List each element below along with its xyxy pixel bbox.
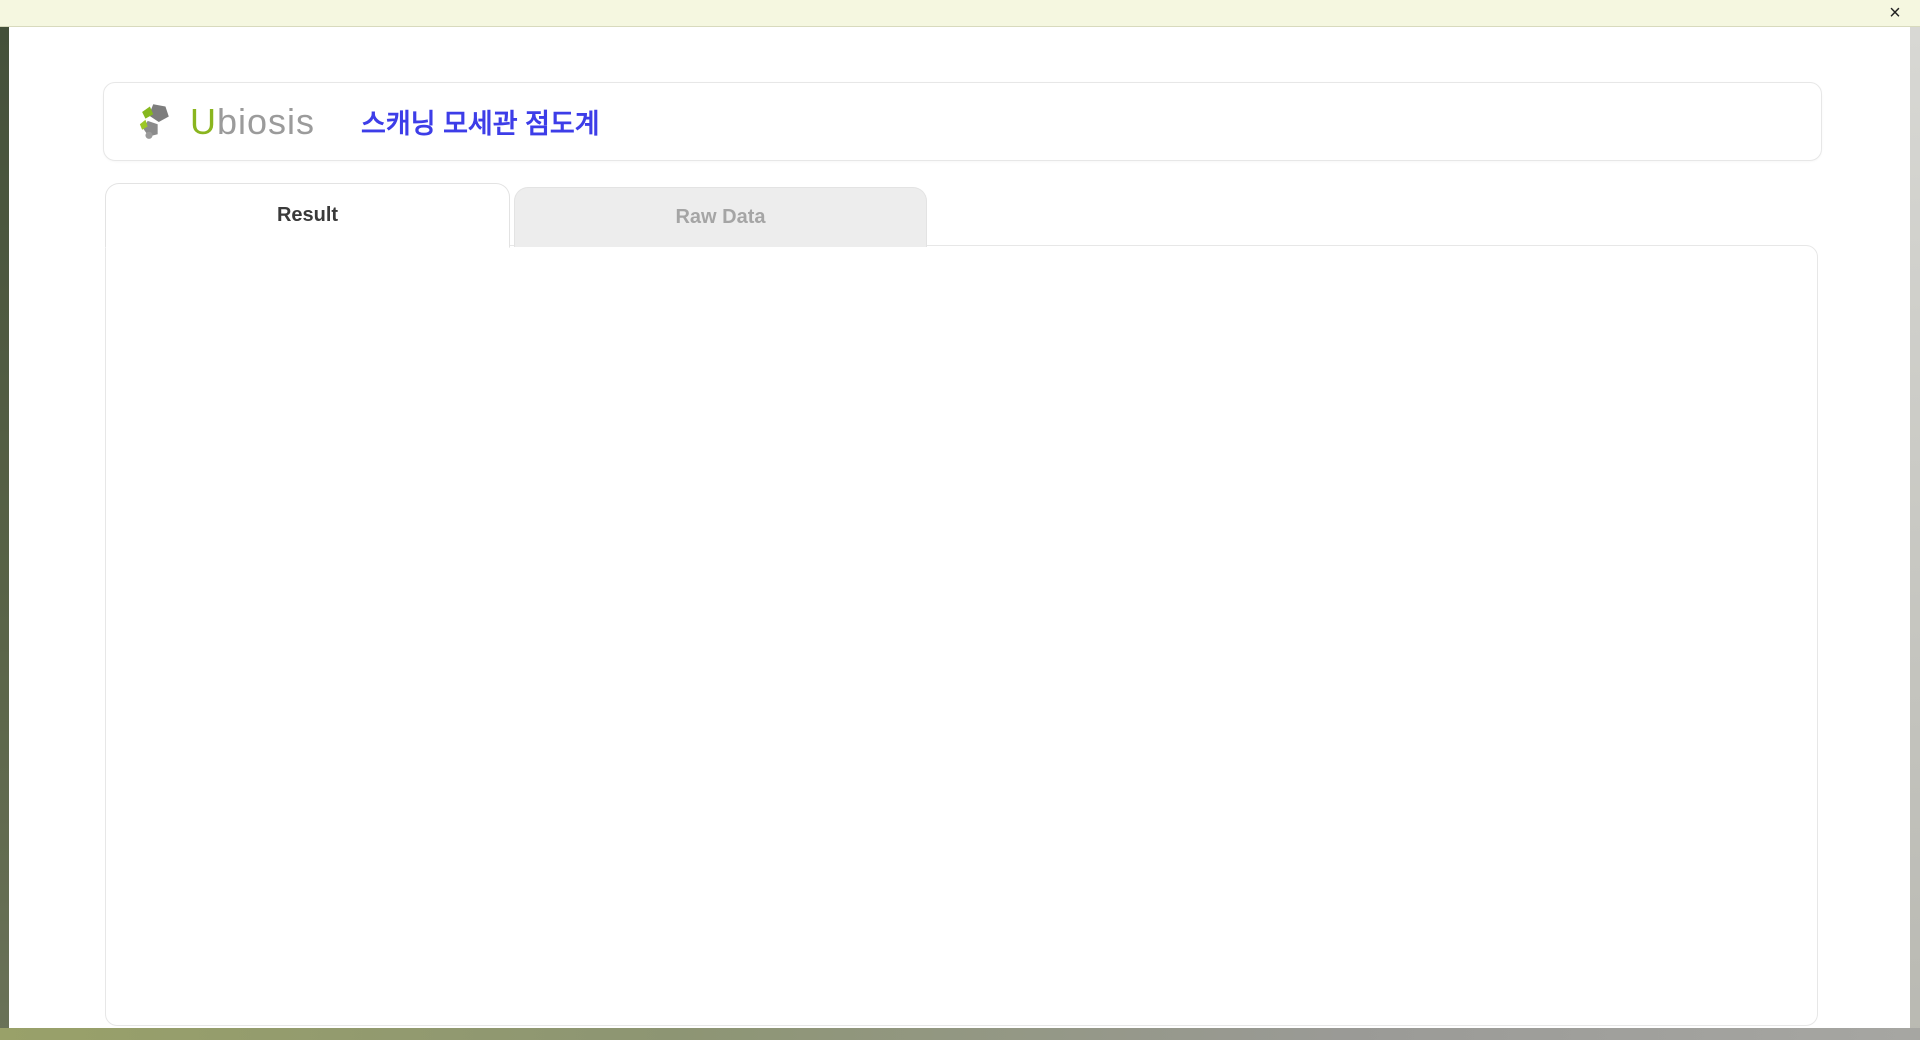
window-bottom-edge — [0, 1028, 1920, 1040]
window-right-edge — [1910, 26, 1920, 1040]
header-card: Ubiosis 스캐닝 모세관 점도계 — [103, 82, 1822, 161]
brand-initial: U — [190, 100, 217, 142]
window-left-edge — [0, 26, 9, 1040]
close-icon[interactable]: × — [1878, 1, 1912, 25]
window-titlebar: × — [0, 0, 1920, 27]
brand-name: Ubiosis — [190, 101, 315, 143]
app-title-korean: 스캐닝 모세관 점도계 — [361, 109, 600, 139]
brand-rest: biosis — [217, 100, 316, 142]
result-panel — [105, 245, 1818, 1026]
tab-raw-data[interactable]: Raw Data — [514, 187, 927, 247]
brand-logo: Ubiosis — [138, 101, 315, 143]
tab-result[interactable]: Result — [105, 183, 510, 248]
ubiosis-logo-icon — [139, 103, 169, 139]
